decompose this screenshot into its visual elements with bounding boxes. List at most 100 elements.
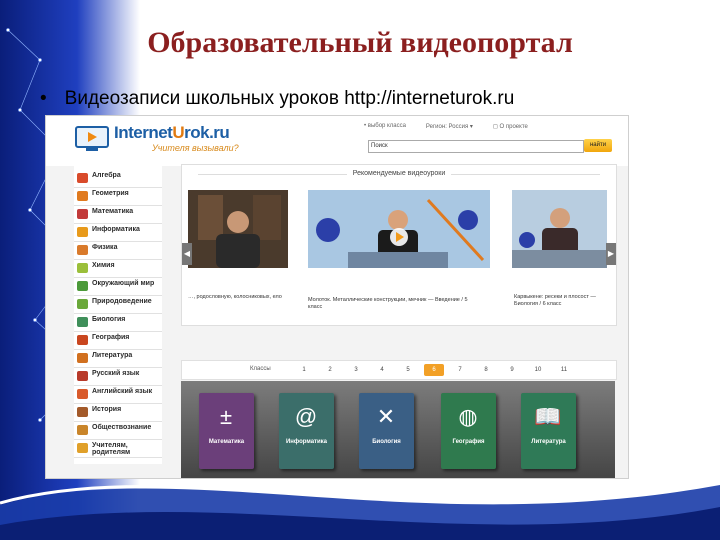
sidebar-item-label: Алгебра [92, 172, 121, 179]
subject-icon [77, 353, 88, 363]
featured-video-image [308, 190, 490, 268]
header-links: • выбор класса Регион: Россия ▾ ◻ О прое… [364, 123, 624, 130]
slide-bullet: • Видеозаписи школьных уроков http://inte… [40, 88, 514, 110]
subject-icon [77, 407, 88, 417]
book-subject-icon: @ [294, 404, 318, 429]
subject-book[interactable]: ± Математика [199, 393, 254, 469]
sidebar-item-label: Учителям, родителям [92, 442, 131, 456]
subject-icon [77, 263, 88, 273]
class-tab-10[interactable]: 10 [528, 364, 548, 376]
subject-icon [77, 371, 88, 381]
header-link-region[interactable]: Регион: Россия ▾ [426, 123, 473, 130]
carousel-prev-button[interactable]: ◀ [182, 243, 192, 265]
subject-icon [77, 173, 88, 183]
video-caption-1[interactable]: …, родословную, колосниковых, ело [188, 294, 288, 308]
sidebar-item-label: Обществознание [92, 424, 152, 431]
header-link-about[interactable]: ◻ О проекте [493, 123, 528, 130]
sidebar-item[interactable]: Литература [74, 350, 162, 368]
class-tab-4[interactable]: 4 [372, 364, 392, 376]
sidebar-item-label: Биология [92, 316, 126, 323]
sidebar-item-label: Литература [92, 352, 133, 359]
subject-icon [77, 245, 88, 255]
class-tab-3[interactable]: 3 [346, 364, 366, 376]
sidebar-item-label: Окружающий мир [92, 280, 155, 287]
subject-book[interactable]: ✕ Биология [359, 393, 414, 469]
recommended-videos: Рекомендуемые видеоуроки ◀ ▶ …, родослов… [181, 164, 617, 326]
search-input[interactable]: Поиск [368, 140, 584, 153]
logo-part-2: rok.ru [184, 123, 230, 142]
subject-icon [77, 281, 88, 291]
sidebar-item[interactable]: Природоведение [74, 296, 162, 314]
subject-icon [77, 443, 88, 453]
search-button[interactable]: найти [584, 139, 612, 152]
class-tab-11[interactable]: 11 [554, 364, 574, 376]
class-tab-7[interactable]: 7 [450, 364, 470, 376]
book-subject-icon: ± [219, 404, 233, 429]
sidebar-item-label: Физика [92, 244, 118, 251]
sidebar-item[interactable]: Русский язык [74, 368, 162, 386]
class-tab-9[interactable]: 9 [502, 364, 522, 376]
video-thumbnail-3[interactable] [512, 190, 607, 268]
sidebar-item[interactable]: Химия [74, 260, 162, 278]
chevron-left-icon: ◀ [183, 249, 191, 258]
subject-book[interactable]: 📖 Литература [521, 393, 576, 469]
sidebar-item-label: История [92, 406, 122, 413]
subject-icon [77, 191, 88, 201]
subject-icon [77, 299, 88, 309]
classes-label: Классы [250, 366, 271, 372]
subject-book[interactable]: ◍ География [441, 393, 496, 469]
class-tab-2[interactable]: 2 [320, 364, 340, 376]
video-thumbnail-1[interactable] [188, 190, 288, 268]
sidebar-item[interactable]: Окружающий мир [74, 278, 162, 296]
sidebar-item-label: Природоведение [92, 298, 152, 305]
teacher-video-image [512, 190, 607, 268]
carousel-next-button[interactable]: ▶ [606, 243, 616, 265]
header-link-class[interactable]: • выбор класса [364, 123, 406, 130]
sidebar-item-label: Информатика [92, 226, 140, 233]
sidebar-item[interactable]: Английский язык [74, 386, 162, 404]
subject-icon [77, 209, 88, 219]
sidebar-item[interactable]: Алгебра [74, 170, 162, 188]
book-subject-icon: ✕ [376, 404, 396, 429]
website-screenshot: InternetUrok.ru Учителя вызывали? • выбо… [45, 115, 629, 479]
video-thumbnail-2[interactable] [308, 190, 490, 268]
book-label: Биология [372, 439, 401, 445]
class-tab-6[interactable]: 6 [424, 364, 444, 376]
subject-icon [77, 425, 88, 435]
subjects-sidebar: Алгебра Геометрия Математика Информатика Физ… [74, 164, 162, 464]
subject-icon [77, 389, 88, 399]
subject-icon [77, 335, 88, 345]
monitor-logo-icon [75, 126, 109, 151]
sidebar-item[interactable]: Физика [74, 242, 162, 260]
book-subject-icon: 📖 [534, 404, 562, 429]
sidebar-item[interactable]: Математика [74, 206, 162, 224]
sidebar-item-label: Английский язык [92, 388, 153, 395]
sidebar-item[interactable]: Геометрия [74, 188, 162, 206]
subject-book[interactable]: @ Информатика [279, 393, 334, 469]
recommended-title: Рекомендуемые видеоуроки [346, 170, 452, 177]
class-tab-5[interactable]: 5 [398, 364, 418, 376]
logo-part-1: Internet [114, 123, 173, 142]
class-tab-1[interactable]: 1 [294, 364, 314, 376]
class-tab-8[interactable]: 8 [476, 364, 496, 376]
chevron-right-icon: ▶ [607, 249, 615, 258]
video-caption-3[interactable]: Карвыкене: ресеки и плосост — Биология /… [514, 294, 612, 308]
book-label: География [452, 439, 485, 445]
bullet-text: Видеозаписи школьных уроков http://inter… [64, 88, 515, 109]
sidebar-item-label: География [92, 334, 130, 341]
subjects-shelf: ± Математика @ Информатика ✕ Биология ◍ Географ… [181, 381, 615, 478]
logo-part-accent: U [172, 123, 185, 142]
logo-tagline: Учителя вызывали? [152, 143, 239, 153]
sidebar-item[interactable]: География [74, 332, 162, 350]
sidebar-item[interactable]: История [74, 404, 162, 422]
sidebar-item[interactable]: Биология [74, 314, 162, 332]
sidebar-item[interactable]: Информатика [74, 224, 162, 242]
book-label: Информатика [285, 439, 328, 445]
sidebar-item[interactable]: Обществознание [74, 422, 162, 440]
site-logo[interactable]: InternetUrok.ru Учителя вызывали? [74, 120, 254, 162]
video-caption-2[interactable]: Молоток. Металлические конструкции, мечн… [308, 297, 468, 311]
sidebar-item[interactable]: Учителям, родителям [74, 440, 162, 458]
subject-icon [77, 317, 88, 327]
sidebar-item-label: Математика [92, 208, 134, 215]
subject-icon [77, 227, 88, 237]
